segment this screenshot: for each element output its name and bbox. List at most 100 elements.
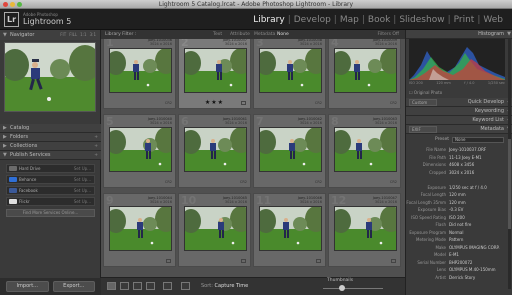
quick-develop-header[interactable]: Custom Quick Develop ◀: [406, 98, 512, 107]
grid-view-icon[interactable]: [107, 282, 116, 290]
metadata-value[interactable]: E-M1: [449, 251, 459, 259]
grid-cell[interactable]: 10 Joey-1010045 3024 x 2016: [178, 193, 251, 267]
grid-cell[interactable]: 12 Joey-1010047 3024 x 2016: [328, 193, 401, 267]
add-icon[interactable]: +: [94, 133, 98, 142]
module-book[interactable]: Book: [365, 14, 393, 26]
keywording-header[interactable]: Keywording ◀: [406, 107, 512, 116]
metadata-value[interactable]: Pattern: [449, 236, 463, 244]
right-panel-scrollbar[interactable]: [508, 39, 511, 289]
sort-control[interactable]: Sort: Capture Time: [201, 282, 248, 291]
photo-thumbnail[interactable]: [184, 127, 247, 172]
module-develop[interactable]: Develop: [291, 14, 334, 26]
service-hard-drive[interactable]: Hard Drive Set Up...: [6, 164, 95, 173]
metadata-value[interactable]: Did not fire: [449, 221, 471, 229]
metadata-value[interactable]: Derrick Story: [449, 274, 475, 282]
thumbnail-size-slider[interactable]: [323, 288, 383, 289]
grid-cell[interactable]: 6 Joey-1010041 3024 x 2016 CR2: [178, 114, 251, 188]
metadata-value[interactable]: OLYMPUS IMAGING CORP.: [449, 244, 500, 252]
metadata-value[interactable]: 120 mm: [449, 199, 466, 207]
navigator-zoom-3-1[interactable]: 3:1: [90, 30, 96, 40]
metadata-value[interactable]: 4608 x 3456: [449, 161, 474, 169]
import-button[interactable]: Import...: [6, 281, 49, 292]
histogram-header[interactable]: Histogram ▼: [406, 30, 512, 39]
grid-cell[interactable]: 11 Joey-1010046 3024 x 2016: [253, 193, 326, 267]
grid-cell[interactable]: 7 Joey-1010042 3024 x 2016 CR2: [253, 114, 326, 188]
grid-cell[interactable]: 4 Joey-1010039 3024 x 2016 CR2: [328, 39, 401, 109]
filters-off-dropdown[interactable]: Filters Off: [377, 30, 399, 39]
original-photo-checkbox[interactable]: ☐ Original Photo: [409, 90, 442, 95]
metadata-value[interactable]: 3024 x 2016: [449, 169, 474, 177]
metadata-view-dropdown[interactable]: EXIF: [409, 126, 437, 133]
histogram[interactable]: [409, 39, 505, 80]
photo-thumbnail[interactable]: [109, 127, 172, 172]
thumbnail-size-knob[interactable]: [339, 285, 345, 291]
service-setup-link[interactable]: Set Up...: [74, 187, 91, 194]
photo-thumbnail[interactable]: [259, 206, 322, 251]
photo-thumbnail[interactable]: [184, 206, 247, 251]
metadata-value[interactable]: OLYMPUS M.40-150mm: [449, 266, 496, 274]
grid-cell[interactable]: 5 Joey-1010040 3024 x 2016 CR2: [103, 114, 176, 188]
photo-thumbnail[interactable]: [334, 206, 397, 251]
painter-icon[interactable]: [163, 282, 172, 290]
preset-dropdown[interactable]: None: [452, 137, 504, 143]
module-print[interactable]: Print: [451, 14, 478, 26]
survey-view-icon[interactable]: [146, 282, 155, 290]
navigator-preview[interactable]: [4, 42, 96, 112]
star-rating[interactable]: ★★★: [179, 99, 250, 106]
grid-cell[interactable]: 8 Joey-1010043 3024 x 2016 CR2: [328, 114, 401, 188]
panel-catalog[interactable]: ▶ Catalog: [0, 124, 101, 133]
filter-attribute[interactable]: Attribute: [230, 30, 250, 39]
photo-thumbnail[interactable]: [109, 48, 172, 93]
grid-cell[interactable]: 3 Joey-1010038 3024 x 2016 CR2: [253, 39, 326, 109]
navigator-header[interactable]: ▼ Navigator FIT FILL 1:1 3:1: [0, 30, 100, 40]
service-facebook[interactable]: Facebook Set Up...: [6, 186, 95, 195]
photo-thumbnail[interactable]: [259, 48, 322, 93]
module-map[interactable]: Map: [337, 14, 362, 26]
metadata-header[interactable]: EXIF Metadata ▼: [406, 125, 512, 134]
photo-thumbnail[interactable]: [334, 48, 397, 93]
metadata-value[interactable]: ISO 200: [449, 214, 465, 222]
saved-preset-dropdown[interactable]: Custom: [409, 99, 437, 106]
metadata-value[interactable]: -0.3 EV: [449, 206, 463, 214]
sort-direction-icon[interactable]: [181, 282, 190, 290]
module-slideshow[interactable]: Slideshow: [396, 14, 447, 26]
scrollbar-thumb[interactable]: [508, 139, 511, 229]
loupe-view-icon[interactable]: [120, 282, 129, 290]
module-library[interactable]: Library: [250, 14, 287, 26]
service-setup-link[interactable]: Set Up...: [74, 198, 91, 205]
filter-none[interactable]: None: [277, 30, 289, 39]
keyword-list-header[interactable]: Keyword List ◀: [406, 116, 512, 125]
metadata-value[interactable]: 11-13 Joey E-M1: [449, 154, 482, 162]
photo-thumbnail[interactable]: [259, 127, 322, 172]
module-web[interactable]: Web: [480, 14, 506, 26]
grid-cell[interactable]: 2 Joey-1010037 3024 x 2016 ★★★: [178, 39, 251, 109]
panel-folders[interactable]: ▶ Folders +: [0, 133, 101, 142]
navigator-zoom-1-1[interactable]: 1:1: [80, 30, 86, 40]
compare-view-icon[interactable]: [133, 282, 142, 290]
service-setup-link[interactable]: Set Up...: [74, 165, 91, 172]
grid-cell[interactable]: 1 Joey-1010036 3024 x 2016 CR2: [103, 39, 176, 109]
add-icon[interactable]: +: [94, 142, 98, 151]
find-more-services-button[interactable]: Find More Services Online...: [6, 209, 95, 217]
metadata-value[interactable]: Joey-1010037.ORF: [449, 146, 486, 154]
metadata-value[interactable]: 1/250 sec at f / 4.0: [449, 184, 487, 192]
navigator-zoom-fill[interactable]: FILL: [69, 30, 77, 40]
metadata-value[interactable]: Normal: [449, 229, 463, 237]
panel-collections[interactable]: ▶ Collections +: [0, 142, 101, 151]
service-setup-link[interactable]: Set Up...: [74, 176, 91, 183]
filter-text[interactable]: Text: [213, 30, 222, 39]
export-button[interactable]: Export...: [52, 281, 95, 292]
add-icon[interactable]: +: [94, 151, 98, 160]
photo-thumbnail[interactable]: [334, 127, 397, 172]
panel-publish-services[interactable]: ▼ Publish Services +: [0, 151, 101, 160]
photo-thumbnail[interactable]: [109, 206, 172, 251]
photo-thumbnail[interactable]: [184, 48, 247, 93]
metadata-value[interactable]: BHP200072: [449, 259, 472, 267]
service-flickr[interactable]: Flickr Set Up...: [6, 197, 95, 206]
metadata-value[interactable]: 120 mm: [449, 191, 466, 199]
metadata-row: [406, 176, 506, 184]
filter-metadata[interactable]: Metadata: [254, 30, 275, 39]
service-behance[interactable]: Behance Set Up...: [6, 175, 95, 184]
navigator-zoom-fit[interactable]: FIT: [60, 30, 66, 40]
grid-cell[interactable]: 9 Joey-1010044 3024 x 2016: [103, 193, 176, 267]
